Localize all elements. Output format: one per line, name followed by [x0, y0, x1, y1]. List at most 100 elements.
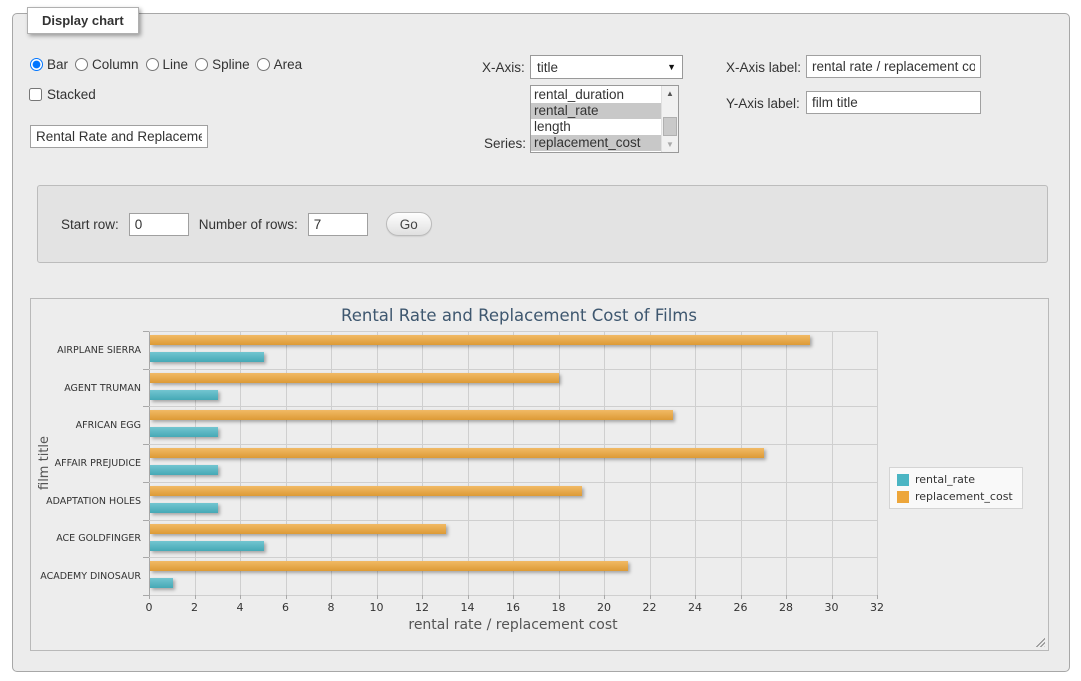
- chart-type-option-spline: Spline: [195, 57, 250, 72]
- x-tick-label: 28: [766, 601, 806, 614]
- radio-spline[interactable]: [195, 58, 208, 71]
- y-axis-tick: [143, 520, 149, 521]
- x-tick-label: 16: [493, 601, 533, 614]
- series-scrollbar[interactable]: ▲ ▼: [661, 86, 678, 152]
- x-axis-tick: [741, 595, 742, 599]
- x-axis-tick: [331, 595, 332, 599]
- x-axis-tick: [195, 595, 196, 599]
- category-label: AFRICAN EGG: [35, 420, 141, 431]
- x-axis-selected-value: title: [537, 60, 558, 75]
- gridline: [195, 331, 196, 595]
- bar-rental_rate[interactable]: [150, 503, 218, 513]
- series-select-label: Series:: [484, 136, 526, 151]
- x-axis-tick: [468, 595, 469, 599]
- num-rows-input[interactable]: [308, 213, 368, 236]
- radio-column[interactable]: [75, 58, 88, 71]
- stacked-checkbox[interactable]: [29, 88, 42, 101]
- y-axis-label-input[interactable]: [806, 91, 981, 114]
- page: Display chart BarColumnLineSplineArea St…: [0, 0, 1081, 681]
- row-range-panel: Start row: Number of rows: Go: [37, 185, 1048, 263]
- resize-handle-icon[interactable]: [1034, 636, 1045, 647]
- series-option-rental_duration[interactable]: rental_duration: [531, 87, 661, 103]
- bar-rental_rate[interactable]: [150, 465, 218, 475]
- x-axis-label-label: X-Axis label:: [726, 60, 801, 75]
- bar-rental_rate[interactable]: [150, 578, 173, 588]
- bar-replacement_cost[interactable]: [150, 561, 628, 571]
- x-axis-tick: [832, 595, 833, 599]
- scroll-down-icon[interactable]: ▼: [662, 137, 678, 152]
- x-tick-label: 8: [311, 601, 351, 614]
- chart-type-option-bar: Bar: [30, 57, 68, 72]
- gridline: [149, 331, 877, 332]
- gridline: [832, 331, 833, 595]
- x-tick-label: 4: [220, 601, 260, 614]
- x-tick-label: 14: [448, 601, 488, 614]
- series-option-rental_rate[interactable]: rental_rate: [531, 103, 661, 119]
- series-multiselect[interactable]: rental_durationrental_ratelengthreplacem…: [530, 85, 679, 153]
- x-tick-label: 2: [175, 601, 215, 614]
- radio-label: Area: [274, 57, 303, 72]
- y-axis-tick: [143, 557, 149, 558]
- stacked-row: Stacked: [29, 87, 96, 102]
- chart-title-input[interactable]: [30, 125, 208, 148]
- gridline: [468, 331, 469, 595]
- replacement-cost-swatch-icon: [897, 491, 909, 503]
- x-tick-label: 18: [539, 601, 579, 614]
- x-axis-tick: [877, 595, 878, 599]
- bar-replacement_cost[interactable]: [150, 486, 582, 496]
- x-axis-select[interactable]: title ▼: [530, 55, 683, 79]
- bar-replacement_cost[interactable]: [150, 410, 673, 420]
- category-label: AIRPLANE SIERRA: [35, 345, 141, 356]
- x-axis-tick: [650, 595, 651, 599]
- go-button[interactable]: Go: [386, 212, 432, 236]
- gridline: [149, 369, 877, 370]
- gridline: [149, 406, 877, 407]
- x-axis-tick: [240, 595, 241, 599]
- x-axis-tick: [786, 595, 787, 599]
- panel-title: Display chart: [27, 7, 139, 34]
- bar-replacement_cost[interactable]: [150, 524, 446, 534]
- plot-area: 02468101214161820222426283032AIRPLANE SI…: [149, 331, 877, 595]
- x-axis-select-label: X-Axis:: [482, 60, 525, 75]
- radio-bar[interactable]: [30, 58, 43, 71]
- chart-type-radio-group: BarColumnLineSplineArea: [30, 57, 302, 72]
- bar-rental_rate[interactable]: [150, 541, 264, 551]
- category-label: ADAPTATION HOLES: [35, 496, 141, 507]
- bar-rental_rate[interactable]: [150, 390, 218, 400]
- x-tick-label: 30: [812, 601, 852, 614]
- chevron-down-icon: ▼: [667, 62, 676, 72]
- bar-replacement_cost[interactable]: [150, 335, 810, 345]
- radio-line[interactable]: [146, 58, 159, 71]
- x-tick-label: 10: [357, 601, 397, 614]
- legend-label: rental_rate: [915, 473, 975, 486]
- gridline: [422, 331, 423, 595]
- category-label: ACADEMY DINOSAUR: [35, 571, 141, 582]
- series-option-replacement_cost[interactable]: replacement_cost: [531, 135, 661, 151]
- legend-item-rental-rate[interactable]: rental_rate: [897, 473, 1013, 486]
- legend-item-replacement-cost[interactable]: replacement_cost: [897, 490, 1013, 503]
- y-axis-tick: [143, 331, 149, 332]
- category-label: ACE GOLDFINGER: [35, 533, 141, 544]
- x-axis-tick: [377, 595, 378, 599]
- x-axis-label-input[interactable]: [806, 55, 981, 78]
- legend-label: replacement_cost: [915, 490, 1013, 503]
- gridline: [149, 557, 877, 558]
- bar-replacement_cost[interactable]: [150, 373, 559, 383]
- x-tick-label: 26: [721, 601, 761, 614]
- radio-area[interactable]: [257, 58, 270, 71]
- scroll-up-icon[interactable]: ▲: [662, 86, 678, 101]
- bar-rental_rate[interactable]: [150, 427, 218, 437]
- gridline: [786, 331, 787, 595]
- scrollbar-thumb[interactable]: [663, 117, 677, 136]
- x-axis-tick: [604, 595, 605, 599]
- rental-rate-swatch-icon: [897, 474, 909, 486]
- series-option-length[interactable]: length: [531, 119, 661, 135]
- bar-replacement_cost[interactable]: [150, 448, 764, 458]
- x-tick-label: 0: [129, 601, 169, 614]
- chart-legend: rental_rate replacement_cost: [889, 467, 1023, 509]
- x-tick-label: 12: [402, 601, 442, 614]
- gridline: [741, 331, 742, 595]
- bar-rental_rate[interactable]: [150, 352, 264, 362]
- start-row-input[interactable]: [129, 213, 189, 236]
- x-tick-label: 24: [675, 601, 715, 614]
